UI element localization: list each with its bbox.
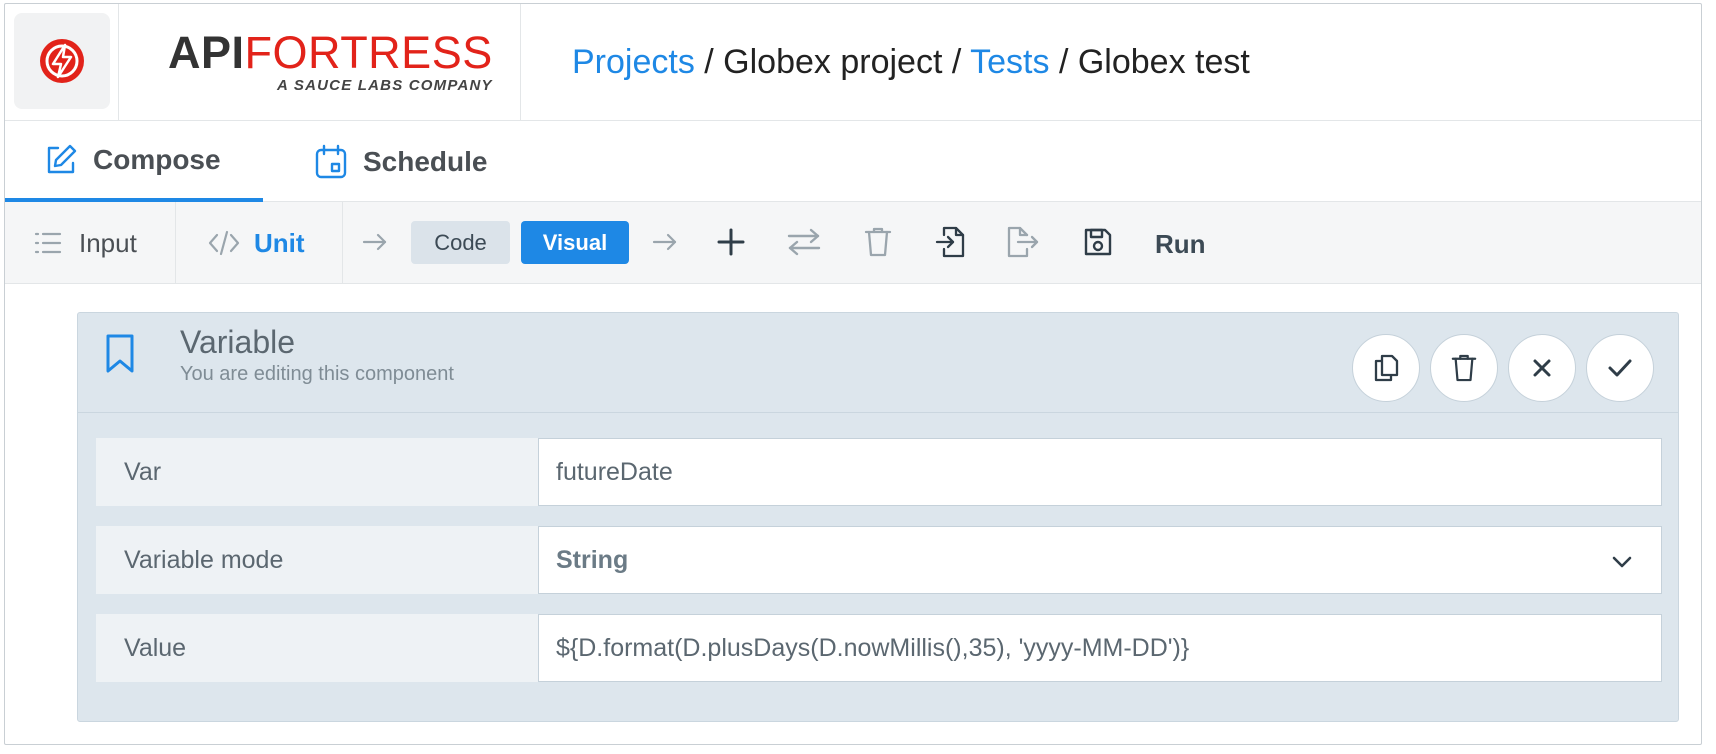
brand-logo: APIFORTRESS A SAUCE LABS COMPANY bbox=[168, 27, 493, 95]
var-input[interactable]: futureDate bbox=[538, 438, 1662, 506]
check-icon bbox=[1608, 359, 1632, 377]
confirm-edit-button[interactable] bbox=[1586, 334, 1654, 402]
breadcrumb-separator: / bbox=[942, 43, 971, 81]
component-editor-panel: Variable You are editing this component bbox=[77, 312, 1679, 722]
tab-compose[interactable]: Compose bbox=[5, 121, 263, 202]
run-button[interactable]: Run bbox=[1155, 224, 1206, 264]
plus-icon[interactable] bbox=[711, 222, 751, 262]
breadcrumb-tests[interactable]: Tests bbox=[970, 43, 1049, 81]
chevron-down-icon bbox=[1612, 556, 1632, 568]
visual-mode-button[interactable]: Visual bbox=[521, 221, 629, 264]
lightning-bolt-icon bbox=[40, 39, 84, 83]
save-icon[interactable] bbox=[1078, 222, 1118, 262]
app-window: APIFORTRESS A SAUCE LABS COMPANY Project… bbox=[4, 3, 1702, 745]
header: APIFORTRESS A SAUCE LABS COMPANY Project… bbox=[5, 4, 1701, 121]
code-mode-button[interactable]: Code bbox=[411, 221, 510, 264]
input-view-button[interactable]: Input bbox=[5, 202, 176, 284]
var-row: Var futureDate bbox=[96, 438, 1662, 506]
component-header: Variable You are editing this component bbox=[78, 313, 1678, 413]
list-icon bbox=[34, 232, 62, 254]
breadcrumb-projects[interactable]: Projects bbox=[572, 43, 695, 81]
logo-tile[interactable] bbox=[14, 13, 110, 109]
delete-component-button[interactable] bbox=[1430, 334, 1498, 402]
value-input[interactable]: ${D.format(D.plusDays(D.nowMillis(),35),… bbox=[538, 614, 1662, 682]
brand-fortress: FORTRESS bbox=[244, 27, 493, 78]
tab-compose-label: Compose bbox=[93, 143, 221, 175]
var-label: Var bbox=[96, 438, 538, 506]
unit-view-label: Unit bbox=[254, 227, 305, 258]
tab-schedule[interactable]: Schedule bbox=[305, 121, 487, 202]
value-row: Value ${D.format(D.plusDays(D.nowMillis(… bbox=[96, 614, 1662, 682]
brand-subtitle: A SAUCE LABS COMPANY bbox=[277, 77, 493, 94]
trash-icon[interactable] bbox=[858, 222, 898, 262]
code-icon bbox=[208, 230, 240, 256]
copy-component-button[interactable] bbox=[1352, 334, 1420, 402]
unit-view-button[interactable]: Unit bbox=[176, 202, 343, 284]
toolbar: Input Unit Code Visual Run bbox=[5, 202, 1701, 284]
copy-icon bbox=[1374, 354, 1399, 382]
arrow-right-icon bbox=[645, 222, 685, 262]
breadcrumb-separator: / bbox=[694, 43, 724, 81]
calendar-icon bbox=[313, 144, 349, 180]
breadcrumb-test-name: Globex test bbox=[1077, 43, 1250, 81]
breadcrumb: Projects / Globex project / Tests / Glob… bbox=[572, 42, 1250, 82]
swap-icon[interactable] bbox=[784, 222, 824, 262]
component-title: Variable bbox=[180, 324, 296, 360]
main-tabs: Compose Schedule bbox=[5, 121, 1701, 202]
breadcrumb-separator: / bbox=[1049, 43, 1078, 81]
header-divider bbox=[118, 4, 119, 121]
value-label: Value bbox=[96, 614, 538, 682]
export-icon[interactable] bbox=[1003, 222, 1043, 262]
variable-mode-label: Variable mode bbox=[96, 526, 538, 594]
bookmark-icon bbox=[106, 334, 134, 373]
component-subtitle: You are editing this component bbox=[180, 363, 454, 385]
tab-schedule-label: Schedule bbox=[363, 145, 488, 177]
arrow-right-icon bbox=[355, 222, 395, 262]
input-view-label: Input bbox=[79, 227, 137, 258]
trash-icon bbox=[1451, 354, 1477, 382]
breadcrumb-project-name: Globex project bbox=[723, 43, 943, 81]
variable-mode-select[interactable]: String bbox=[538, 526, 1662, 594]
close-icon bbox=[1533, 359, 1551, 377]
cancel-edit-button[interactable] bbox=[1508, 334, 1576, 402]
variable-mode-value: String bbox=[556, 545, 629, 574]
variable-mode-row: Variable mode String bbox=[96, 526, 1662, 594]
import-icon[interactable] bbox=[931, 222, 971, 262]
edit-icon bbox=[43, 142, 79, 178]
header-divider bbox=[520, 4, 521, 121]
brand-api: API bbox=[168, 27, 245, 78]
